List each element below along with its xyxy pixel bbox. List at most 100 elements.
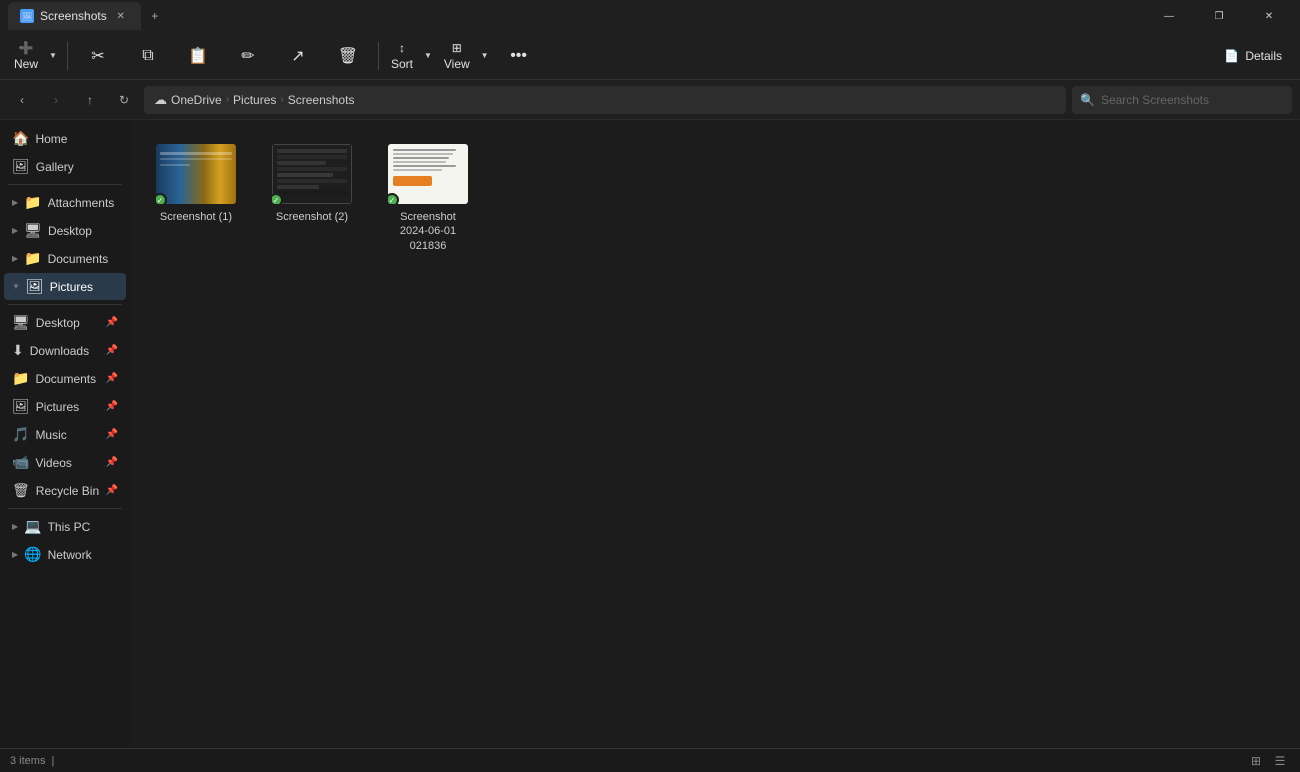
- main-layout: 🏠 Home 🖼 Gallery ▶ 📁 Attachments ▶ 🖥 Des…: [0, 120, 1300, 748]
- file-item-screenshot2[interactable]: ✓ Screenshot (2): [262, 136, 362, 261]
- breadcrumb[interactable]: ☁ OneDrive › Pictures › Screenshots: [144, 86, 1066, 114]
- sort-arrow-icon: ▼: [419, 36, 436, 76]
- breadcrumb-pictures[interactable]: Pictures: [233, 93, 276, 107]
- paste-icon: 📋: [188, 46, 208, 66]
- breadcrumb-sep-1: ›: [226, 94, 229, 105]
- pin-icon-documents: 📌: [106, 373, 118, 384]
- sidebar-item-desktop-pinned[interactable]: 🖥 Desktop 📌: [4, 309, 126, 336]
- file-thumb-screenshot2: ✓: [272, 144, 352, 204]
- breadcrumb-screenshots[interactable]: Screenshots: [288, 93, 355, 107]
- delete-button[interactable]: 🗑: [324, 36, 372, 76]
- sidebar-item-attachments[interactable]: ▶ 📁 Attachments: [4, 189, 126, 216]
- minimize-button[interactable]: —: [1146, 0, 1192, 32]
- sidebar-item-documents[interactable]: ▶ 📁 Documents: [4, 245, 126, 272]
- up-button[interactable]: ↑: [76, 86, 104, 114]
- gallery-icon: 🖼: [12, 158, 30, 175]
- search-bar[interactable]: 🔍: [1072, 86, 1292, 114]
- tab-icon: 🖼: [20, 9, 34, 23]
- file-thumb-screenshot1: ✓: [156, 144, 236, 204]
- recycle-bin-icon: 🗑: [12, 482, 30, 499]
- view-icon: ⊞: [452, 41, 462, 55]
- attachments-icon: 📁: [24, 194, 41, 211]
- sidebar-attachments-label: Attachments: [48, 196, 115, 210]
- details-button[interactable]: 📄 Details: [1214, 45, 1292, 67]
- rename-icon: ✏: [241, 46, 254, 66]
- address-bar: ‹ › ↑ ↻ ☁ OneDrive › Pictures › Screensh…: [0, 80, 1300, 120]
- sidebar-item-music[interactable]: 🎵 Music 📌: [4, 421, 126, 448]
- sidebar-gallery-label: Gallery: [36, 160, 74, 174]
- list-view-button[interactable]: ☰: [1270, 751, 1290, 771]
- view-arrow-icon: ▼: [476, 36, 493, 76]
- file-item-screenshot-doc[interactable]: ✓ Screenshot 2024-06-01 021836: [378, 136, 478, 261]
- sidebar-home-label: Home: [35, 132, 67, 146]
- copy-button[interactable]: ⧉: [124, 36, 172, 76]
- new-tab-button[interactable]: +: [141, 2, 169, 30]
- grid-view-button[interactable]: ⊞: [1246, 751, 1266, 771]
- sidebar-item-this-pc[interactable]: ▶ 💻 This PC: [4, 513, 126, 540]
- breadcrumb-onedrive-label: OneDrive: [171, 93, 222, 107]
- tab-label: Screenshots: [40, 9, 107, 23]
- breadcrumb-onedrive[interactable]: ☁ OneDrive: [154, 92, 222, 108]
- maximize-button[interactable]: ❐: [1196, 0, 1242, 32]
- file-item-screenshot1[interactable]: ✓ Screenshot (1): [146, 136, 246, 261]
- search-input[interactable]: [1101, 93, 1284, 107]
- sort-button[interactable]: ↕ Sort ▼: [385, 36, 436, 76]
- music-icon: 🎵: [12, 426, 29, 443]
- rename-button[interactable]: ✏: [224, 36, 272, 76]
- status-separator: |: [51, 755, 54, 767]
- pin-icon-desktop: 📌: [106, 317, 118, 328]
- this-pc-icon: 💻: [24, 518, 41, 535]
- pin-icon-downloads: 📌: [106, 345, 118, 356]
- sidebar-item-documents-pinned[interactable]: 📁 Documents 📌: [4, 365, 126, 392]
- search-icon: 🔍: [1080, 93, 1095, 107]
- desktop-pinned-icon: 🖥: [12, 314, 30, 331]
- tab-close-button[interactable]: ✕: [113, 8, 129, 24]
- sidebar-item-pictures[interactable]: ▼ 🖼 Pictures: [4, 273, 126, 300]
- active-tab[interactable]: 🖼 Screenshots ✕: [8, 2, 141, 30]
- new-button[interactable]: ➕ New ▼: [8, 36, 61, 76]
- back-button[interactable]: ‹: [8, 86, 36, 114]
- new-label: New: [14, 57, 38, 71]
- file-grid: ✓ Screenshot (1): [146, 136, 478, 261]
- forward-button[interactable]: ›: [42, 86, 70, 114]
- sidebar-item-recycle-bin[interactable]: 🗑 Recycle Bin 📌: [4, 477, 126, 504]
- sidebar-divider-2: [8, 304, 122, 305]
- pin-icon-music: 📌: [106, 429, 118, 440]
- tab-area: 🖼 Screenshots ✕ +: [8, 2, 1138, 30]
- refresh-button[interactable]: ↻: [110, 86, 138, 114]
- sidebar-item-videos[interactable]: 📹 Videos 📌: [4, 449, 126, 476]
- share-button[interactable]: ↗: [274, 36, 322, 76]
- breadcrumb-pictures-label: Pictures: [233, 93, 276, 107]
- close-button[interactable]: ✕: [1246, 0, 1292, 32]
- expand-arrow-documents: ▶: [12, 254, 18, 263]
- sidebar-item-pictures-pinned[interactable]: 🖼 Pictures 📌: [4, 393, 126, 420]
- sidebar-item-downloads[interactable]: ⬇ Downloads 📌: [4, 337, 126, 364]
- sidebar-network-label: Network: [48, 548, 92, 562]
- sync-badge-3: ✓: [388, 193, 399, 204]
- documents-tree-icon: 📁: [24, 250, 41, 267]
- sidebar-item-desktop[interactable]: ▶ 🖥 Desktop: [4, 217, 126, 244]
- sidebar-item-home[interactable]: 🏠 Home: [4, 125, 126, 152]
- breadcrumb-screenshots-label: Screenshots: [288, 93, 355, 107]
- downloads-icon: ⬇: [12, 342, 24, 359]
- sidebar-item-gallery[interactable]: 🖼 Gallery: [4, 153, 126, 180]
- more-button[interactable]: •••: [495, 36, 543, 76]
- new-icon: ➕: [19, 41, 34, 55]
- expand-arrow-pictures: ▼: [12, 282, 20, 291]
- sort-label: Sort: [391, 57, 413, 71]
- view-button[interactable]: ⊞ View ▼: [438, 36, 493, 76]
- cut-button[interactable]: ✂: [74, 36, 122, 76]
- sidebar-downloads-label: Downloads: [30, 344, 89, 358]
- sidebar-music-label: Music: [35, 428, 66, 442]
- sidebar-item-network[interactable]: ▶ 🌐 Network: [4, 541, 126, 568]
- pin-icon-videos: 📌: [106, 457, 118, 468]
- file-name-screenshot-doc: Screenshot 2024-06-01 021836: [386, 210, 470, 253]
- paste-button[interactable]: 📋: [174, 36, 222, 76]
- network-icon: 🌐: [24, 546, 41, 563]
- expand-arrow-attachments: ▶: [12, 198, 18, 207]
- sidebar-documents-tree-label: Documents: [48, 252, 109, 266]
- sidebar-this-pc-label: This PC: [48, 520, 91, 534]
- pin-icon-recycle: 📌: [106, 485, 118, 496]
- onedrive-icon: ☁: [154, 92, 167, 108]
- copy-icon: ⧉: [142, 47, 153, 65]
